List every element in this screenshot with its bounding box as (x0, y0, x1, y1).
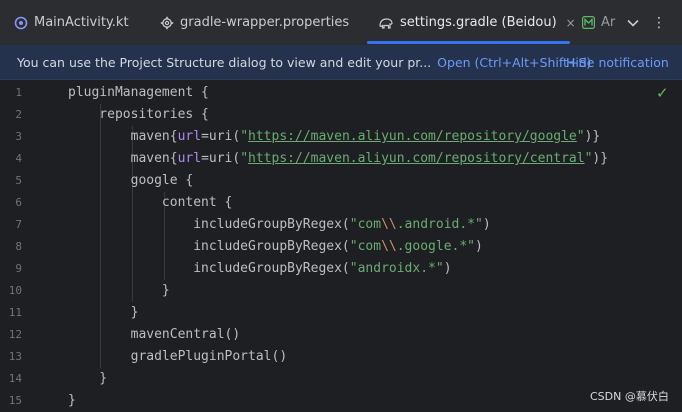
code-token-str: " (240, 151, 249, 166)
tab-settings-gradle[interactable]: settings.gradle (Beidou) × (378, 0, 576, 45)
code-line: maven{url=uri("https://maven.aliyun.com/… (68, 148, 608, 170)
code-token: pluginManagement { (68, 85, 209, 100)
line-number: 5 (15, 174, 22, 187)
more-options-icon[interactable]: ⋮ (650, 0, 668, 45)
code-token-str: .google.*" (396, 239, 476, 254)
code-token: gradlePluginPortal() (68, 349, 288, 364)
code-line: repositories { (68, 104, 209, 126)
code-token: includeGroupByRegex( (68, 239, 350, 254)
code-line: maven{url=uri("https://maven.aliyun.com/… (68, 126, 601, 148)
code-token: =uri( (201, 151, 241, 166)
code-token-url[interactable]: https://maven.aliyun.com/repository/cent… (248, 151, 585, 166)
code-token: )} (592, 151, 609, 166)
code-line: } (68, 368, 107, 390)
line-number: 14 (8, 372, 22, 385)
code-line: pluginManagement { (68, 82, 209, 104)
code-token: )} (584, 129, 601, 144)
code-token-str: "androidx.*" (349, 261, 444, 276)
tab-label: MainActivity.kt (34, 15, 129, 30)
code-token: maven{ (68, 151, 178, 166)
line-number: 1 (15, 86, 22, 99)
code-line: includeGroupByRegex("androidx.*") (68, 258, 452, 280)
code-token: repositories { (68, 107, 209, 122)
line-number: 2 (15, 108, 22, 121)
close-icon[interactable]: × (566, 16, 576, 30)
line-number: 3 (15, 130, 22, 143)
code-token: mavenCentral() (68, 327, 241, 342)
kotlin-file-icon (14, 16, 28, 30)
code-token-param: url (177, 129, 202, 144)
code-line: content { (68, 192, 232, 214)
code-token: } (68, 283, 170, 298)
csdn-watermark: CSDN @慕伏白 (590, 390, 669, 403)
markdown-file-icon (582, 16, 595, 29)
code-line: google { (68, 170, 194, 192)
line-number: 13 (8, 350, 22, 363)
code-token-str: "com (349, 239, 382, 254)
chevron-down-icon[interactable] (622, 0, 644, 45)
project-structure-notification: You can use the Project Structure dialog… (0, 45, 682, 80)
code-editor[interactable]: 1 2 3 4 5 6 7 8 9 10 11 12 13 14 15 pluginManagement {… (0, 80, 682, 411)
gear-icon (160, 16, 174, 30)
code-line: } (68, 302, 139, 324)
code-token-esc: \\ (381, 239, 397, 254)
gradle-elephant-icon (378, 16, 394, 30)
code-line: } (68, 390, 76, 412)
code-token: content { (68, 195, 233, 210)
line-number: 10 (8, 284, 22, 297)
code-token-esc: \\ (381, 217, 397, 232)
code-token-str: "com (349, 217, 382, 232)
tab-label: Ar (601, 15, 616, 30)
tab-mainactivity[interactable]: MainActivity.kt (14, 0, 129, 45)
code-token-str: " (240, 129, 249, 144)
code-token: google { (68, 173, 194, 188)
code-token: ) (475, 239, 483, 254)
line-number: 4 (15, 152, 22, 165)
code-token-str: " (576, 129, 585, 144)
line-number: 8 (15, 240, 22, 253)
line-number: 6 (15, 196, 22, 209)
code-line: includeGroupByRegex("com\\.google.*") (68, 236, 483, 258)
tab-label: settings.gradle (Beidou) (400, 15, 557, 30)
line-number: 11 (8, 306, 22, 319)
line-number: 12 (8, 328, 22, 341)
code-token: ) (443, 261, 452, 276)
tab-label: gradle-wrapper.properties (180, 15, 350, 30)
code-token: } (68, 393, 76, 408)
tab-markdown-file[interactable]: Ar (582, 0, 615, 45)
inspection-ok-icon[interactable]: ✓ (656, 84, 669, 102)
code-line: mavenCentral() (68, 324, 241, 346)
hide-notification-link[interactable]: Hide notification (566, 55, 669, 70)
notification-message: You can use the Project Structure dialog… (17, 54, 432, 70)
code-token: } (68, 305, 139, 320)
code-token: } (68, 371, 108, 386)
code-token-param: url (177, 151, 202, 166)
code-line: includeGroupByRegex("com\\.android.*") (68, 214, 491, 236)
tab-gradle-wrapper-properties[interactable]: gradle-wrapper.properties (160, 0, 349, 45)
line-number-gutter: 1 2 3 4 5 6 7 8 9 10 11 12 13 14 15 (0, 80, 38, 411)
code-token: =uri( (201, 129, 241, 144)
code-token: includeGroupByRegex( (68, 217, 350, 232)
line-number: 15 (8, 394, 22, 407)
code-line: gradlePluginPortal() (68, 346, 288, 368)
code-line: } (68, 280, 170, 302)
line-number: 7 (15, 218, 22, 231)
editor-tab-bar: MainActivity.kt gradle-wrapper.propertie… (0, 0, 682, 46)
code-token-str: .android.*" (396, 217, 483, 232)
code-token: maven{ (68, 129, 178, 144)
code-token-url[interactable]: https://maven.aliyun.com/repository/goog… (248, 129, 577, 144)
line-number: 9 (15, 262, 22, 275)
code-token: includeGroupByRegex( (68, 261, 350, 276)
code-token: ) (482, 217, 491, 232)
active-tab-indicator (367, 41, 570, 44)
